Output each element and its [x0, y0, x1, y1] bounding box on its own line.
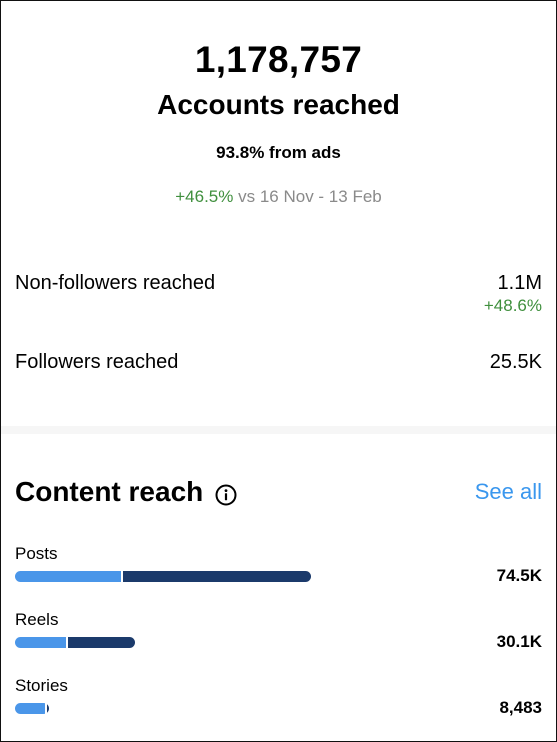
- content-reach-title-text: Content reach: [15, 476, 204, 507]
- followers-value: 25.5K: [489, 351, 542, 373]
- see-all-link[interactable]: See all: [475, 479, 542, 505]
- reach-label-reels: Reels: [15, 610, 59, 629]
- accounts-reached-label: Accounts reached: [157, 89, 400, 120]
- reach-value-reels: 30.1K: [496, 632, 542, 651]
- reach-bar-reels: [15, 637, 135, 648]
- reach-row-stories: Stories 8,483: [15, 676, 542, 726]
- reach-bar-followers-segment: [15, 571, 121, 582]
- reach-bar-stories: [15, 703, 49, 714]
- comparison-line: +46.5% vs 16 Nov - 13 Feb: [1, 187, 556, 207]
- reach-row-posts: Posts 74.5K: [15, 544, 542, 594]
- non-followers-change: +48.6%: [483, 296, 542, 315]
- reach-row-reels: Reels 30.1K: [15, 610, 542, 660]
- non-followers-label: Non-followers reached: [15, 272, 216, 294]
- insights-screen: 1,178,757 Accounts reached 93.8% from ad…: [0, 0, 557, 742]
- reach-label-stories: Stories: [15, 676, 68, 695]
- accounts-reached-summary: 1,178,757 Accounts reached 93.8% from ad…: [1, 1, 556, 426]
- non-followers-value: 1.1M: [497, 272, 542, 294]
- change-percent: +46.5%: [175, 187, 234, 206]
- followers-label: Followers reached: [15, 351, 179, 373]
- reach-bar-followers-segment: [15, 703, 46, 714]
- reach-bar-non-followers-segment: [67, 637, 135, 648]
- from-ads-text: 93.8% from ads: [216, 143, 341, 162]
- reach-bar-posts: [15, 571, 311, 582]
- reach-label-posts: Posts: [15, 544, 58, 563]
- section-divider: [1, 426, 556, 434]
- content-reach-section: Content reach See all Posts 74.5K Reels: [1, 434, 556, 741]
- reach-value-stories: 8,483: [499, 698, 542, 717]
- reach-bar-non-followers-segment: [47, 703, 49, 714]
- content-reach-title: Content reach: [15, 476, 237, 508]
- reach-value-posts: 74.5K: [496, 566, 542, 585]
- reach-bar-non-followers-segment: [122, 571, 311, 582]
- reach-bar-followers-segment: [15, 637, 66, 648]
- info-circle-icon[interactable]: [215, 481, 237, 506]
- comparison-period: vs 16 Nov - 13 Feb: [233, 187, 382, 206]
- accounts-reached-total: 1,178,757: [194, 39, 363, 80]
